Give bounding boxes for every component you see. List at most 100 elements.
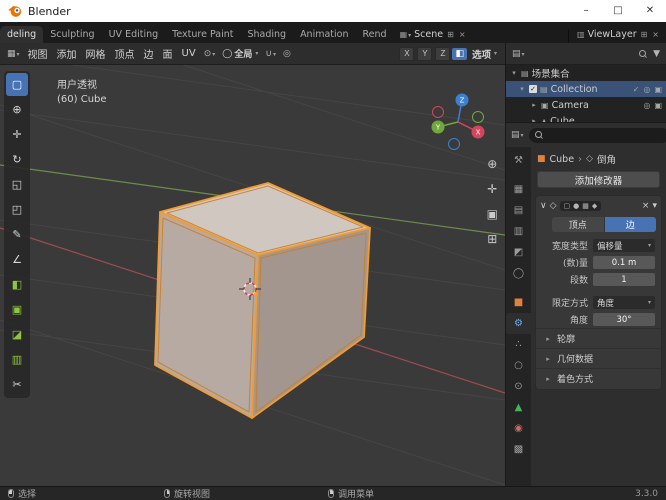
- perspective-toggle-icon[interactable]: ⊞: [487, 232, 498, 246]
- tab-world[interactable]: ◯: [506, 263, 531, 284]
- tool-move[interactable]: ✛: [6, 123, 28, 146]
- menu-uv[interactable]: UV: [178, 48, 200, 59]
- workspace-tab-texture-paint[interactable]: Texture Paint: [165, 26, 240, 43]
- properties-searchbox[interactable]: [528, 127, 666, 143]
- remove-viewlayer-button[interactable]: ×: [651, 30, 660, 39]
- snap-toggle-icon[interactable]: ◧: [452, 47, 467, 60]
- tab-physics[interactable]: ○: [506, 355, 531, 376]
- gizmo-neg-x[interactable]: [432, 106, 444, 118]
- affect-edges-tab[interactable]: 边: [604, 217, 656, 232]
- menu-mesh[interactable]: 网格: [82, 46, 110, 61]
- navigation-gizmo[interactable]: Z Y X: [431, 93, 485, 150]
- tool-scale[interactable]: ◱: [6, 173, 28, 196]
- expand-icon[interactable]: ▾: [518, 85, 526, 93]
- mirror-y-toggle[interactable]: Y: [417, 46, 433, 61]
- section-shading[interactable]: ▸ 着色方式: [536, 368, 661, 388]
- outliner-filter-icon[interactable]: ▼: [653, 49, 660, 59]
- menu-face[interactable]: 面: [159, 46, 177, 61]
- properties-search-input[interactable]: [546, 130, 664, 140]
- tool-cursor[interactable]: ⊕: [6, 98, 28, 121]
- menu-edge[interactable]: 边: [140, 46, 158, 61]
- tab-modifiers[interactable]: ⚙: [506, 313, 531, 334]
- tab-view-layer[interactable]: ▥: [506, 221, 531, 242]
- modifier-extras-icon[interactable]: ▾: [652, 201, 657, 211]
- tool-select-box[interactable]: ▢: [6, 73, 28, 96]
- new-viewlayer-button[interactable]: ⊞: [640, 30, 649, 39]
- gizmo-neg-z[interactable]: [448, 138, 460, 150]
- pan-icon[interactable]: ✛: [487, 182, 498, 196]
- mirror-z-toggle[interactable]: Z: [435, 46, 451, 61]
- properties-editor-icon[interactable]: ▤▾: [511, 130, 524, 140]
- edit-mode-toggle-icon[interactable]: ▢: [564, 202, 571, 210]
- outliner-row-scene-collection[interactable]: ▾ ▤ 场景集合: [506, 65, 666, 81]
- outliner-editor-icon[interactable]: ▤▾: [512, 49, 525, 59]
- pivot-point-icon[interactable]: ⊙▾: [201, 49, 219, 59]
- tab-object[interactable]: ■: [506, 292, 531, 313]
- new-scene-button[interactable]: ⊞: [446, 30, 455, 39]
- workspace-tab-uv-editing[interactable]: UV Editing: [102, 26, 166, 43]
- cube-object[interactable]: [154, 182, 371, 419]
- outliner-row-cube[interactable]: ▸ ▲ Cube: [506, 113, 666, 123]
- orientation-dropdown[interactable]: ◯ 全局 ▾: [219, 47, 261, 61]
- workspace-tab-modeling[interactable]: deling: [0, 26, 44, 43]
- proportional-edit-icon[interactable]: ◎: [280, 49, 294, 59]
- workspace-tab-animation[interactable]: Animation: [293, 26, 355, 43]
- maximize-button[interactable]: □: [602, 0, 634, 22]
- viewport[interactable]: Z Y X 用户透视 (60) Cube ▢ ⊕ ✛ ↻ ◱ ◰ ✎ ∠ ◧ ▣…: [0, 65, 505, 486]
- tool-loop-cut[interactable]: ▥: [6, 348, 28, 371]
- close-button[interactable]: ✕: [634, 0, 666, 22]
- delete-modifier-icon[interactable]: ×: [642, 201, 650, 211]
- tab-texture[interactable]: ▩: [506, 439, 531, 460]
- segments-field[interactable]: 1: [593, 273, 655, 286]
- menu-add[interactable]: 添加: [53, 46, 81, 61]
- camera-view-icon[interactable]: ▣: [487, 207, 498, 221]
- outliner-row-collection[interactable]: ▾ ✓ ▤ Collection ✓ ◎ ▣: [506, 81, 666, 97]
- editor-type-icon[interactable]: ▦▾: [4, 49, 23, 59]
- tab-particles[interactable]: ∴: [506, 334, 531, 355]
- gizmo-neg-y[interactable]: [472, 111, 484, 123]
- snap-magnet-icon[interactable]: ∪▾: [262, 49, 279, 59]
- collapse-chevron-icon[interactable]: ∨: [540, 201, 547, 211]
- tool-knife[interactable]: ✂: [6, 373, 28, 396]
- hide-viewport-eye-icon[interactable]: ◎: [643, 85, 650, 94]
- disable-render-camera-icon[interactable]: ▣: [654, 101, 662, 110]
- tab-material[interactable]: ◉: [506, 418, 531, 439]
- expand-icon[interactable]: ▾: [510, 69, 518, 77]
- scene-browse-icon[interactable]: ▦▾: [400, 30, 412, 39]
- workspace-tab-rendering[interactable]: Rend: [356, 26, 394, 43]
- options-dropdown[interactable]: 选项 ▾: [468, 47, 501, 61]
- viewlayer-name[interactable]: ViewLayer: [588, 29, 637, 40]
- menu-vertex[interactable]: 顶点: [111, 46, 139, 61]
- collection-label[interactable]: Collection: [551, 84, 598, 95]
- scene-collection-label[interactable]: 场景集合: [532, 66, 570, 80]
- add-modifier-button[interactable]: 添加修改器: [537, 171, 660, 188]
- hide-viewport-eye-icon[interactable]: ◎: [643, 101, 650, 110]
- affect-vertices-tab[interactable]: 顶点: [552, 217, 605, 232]
- workspace-tab-sculpting[interactable]: Sculpting: [43, 26, 101, 43]
- tab-scene[interactable]: ◩: [506, 242, 531, 263]
- tool-bevel[interactable]: ◪: [6, 323, 28, 346]
- tab-constraints[interactable]: ⊙: [506, 376, 531, 397]
- viewlayer-selector[interactable]: ▥ ViewLayer ⊞ ×: [568, 29, 666, 43]
- width-type-dropdown[interactable]: 偏移量 ▾: [593, 239, 655, 252]
- mirror-x-toggle[interactable]: X: [399, 46, 415, 61]
- breadcrumb-modifier[interactable]: 倒角: [597, 152, 616, 166]
- tab-render[interactable]: ▦: [506, 179, 531, 200]
- minimize-button[interactable]: –: [570, 0, 602, 22]
- realtime-toggle-icon[interactable]: ●: [573, 202, 579, 210]
- camera-label[interactable]: Camera: [552, 100, 589, 111]
- breadcrumb-object[interactable]: Cube: [550, 154, 575, 165]
- render-toggle-icon[interactable]: ▦: [582, 202, 589, 210]
- outliner-search-icon[interactable]: [639, 49, 647, 58]
- amount-field[interactable]: 0.1 m: [593, 256, 655, 269]
- menu-view[interactable]: 视图: [24, 46, 52, 61]
- workspace-tab-shading[interactable]: Shading: [240, 26, 293, 43]
- tab-object-data[interactable]: ▲: [506, 397, 531, 418]
- viewport-canvas[interactable]: Z Y X: [0, 65, 505, 486]
- expand-icon[interactable]: ▸: [530, 101, 538, 109]
- scene-name[interactable]: Scene: [414, 29, 443, 40]
- angle-field[interactable]: 30°: [593, 313, 655, 326]
- tool-inset[interactable]: ▣: [6, 298, 28, 321]
- tool-measure[interactable]: ∠: [6, 248, 28, 271]
- section-profile[interactable]: ▸ 轮廓: [536, 328, 661, 348]
